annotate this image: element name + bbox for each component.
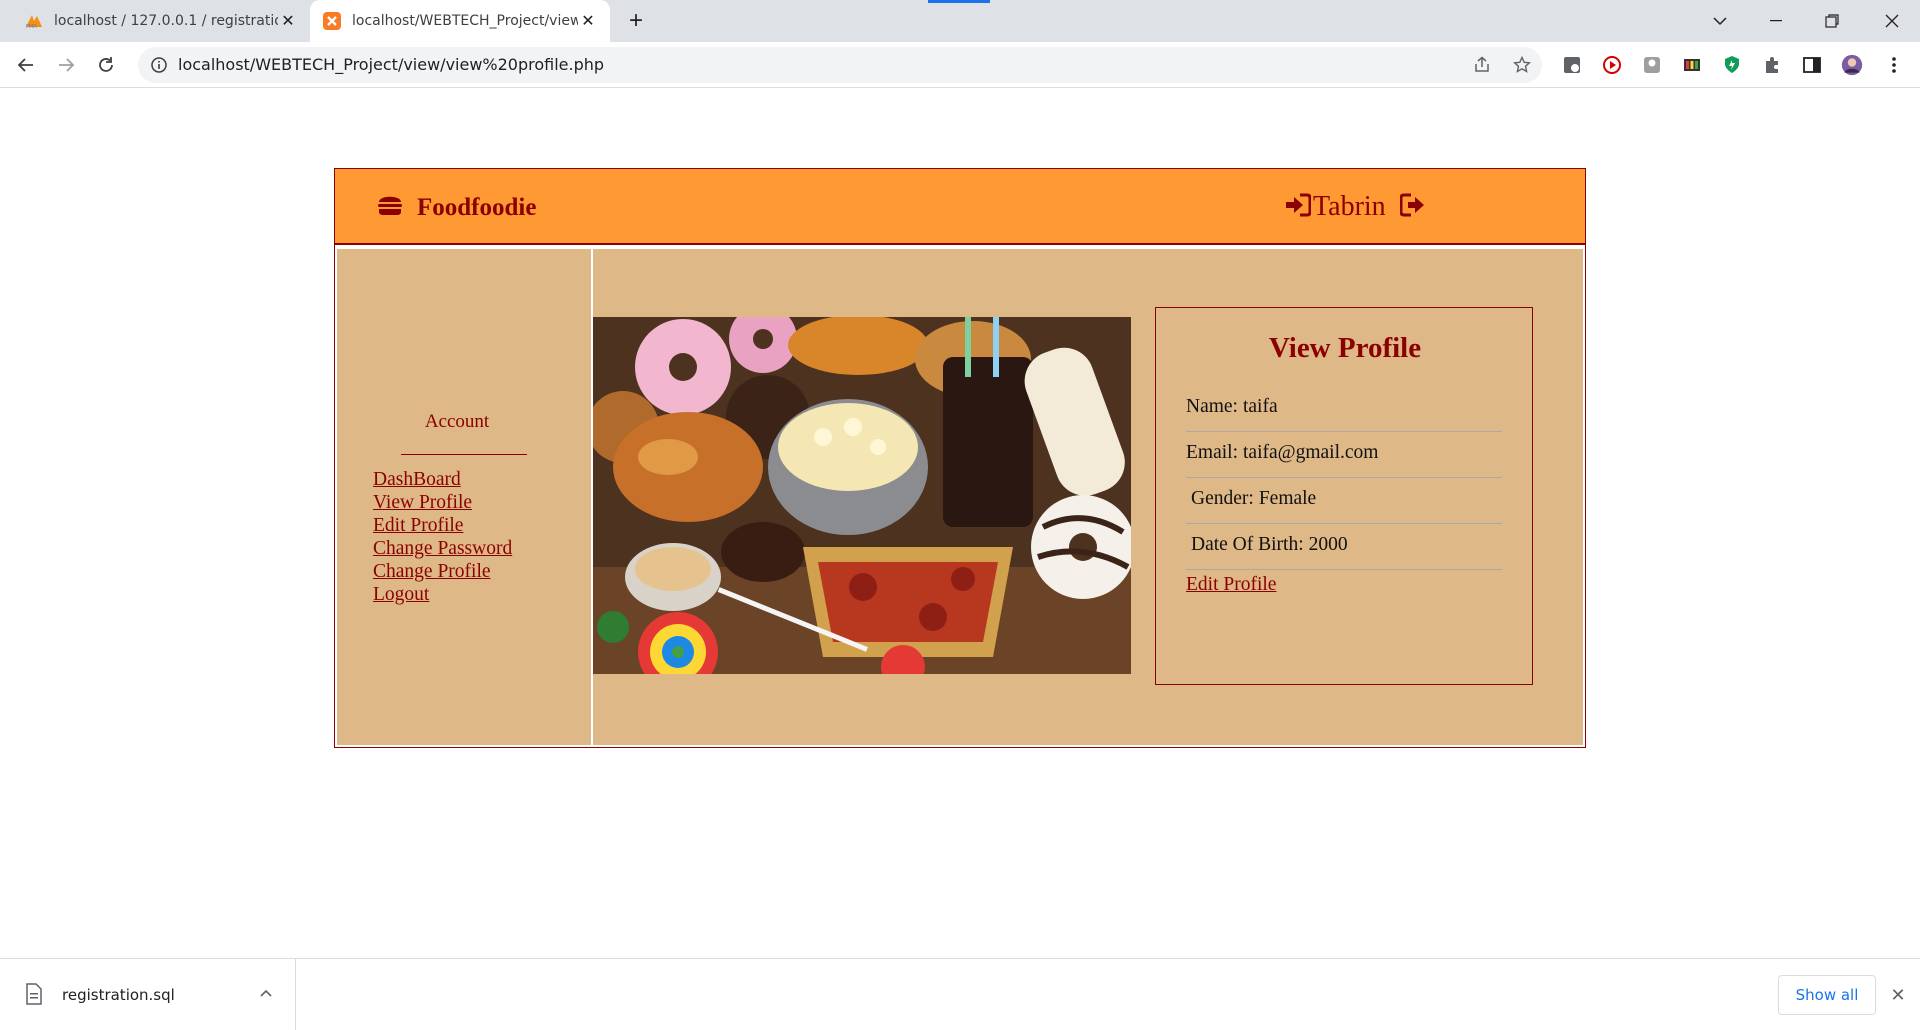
- close-icon[interactable]: ✕: [1886, 983, 1910, 1007]
- bookmark-star-icon[interactable]: [1512, 55, 1532, 75]
- user-area: Tabrin: [1285, 191, 1426, 223]
- download-file-name: registration.sql: [62, 986, 175, 1004]
- xampp-icon: [322, 11, 342, 31]
- profile-heading: View Profile: [1268, 332, 1422, 364]
- close-tab-icon[interactable]: ✕: [578, 11, 598, 31]
- side-panel-icon[interactable]: [1801, 54, 1823, 76]
- download-item[interactable]: registration.sql: [0, 959, 296, 1030]
- site-info-icon[interactable]: [150, 56, 168, 74]
- puzzle-icon[interactable]: [1761, 54, 1783, 76]
- restore-icon[interactable]: [1804, 0, 1860, 42]
- field-label: Gender:: [1191, 488, 1254, 509]
- close-window-icon[interactable]: [1864, 0, 1920, 42]
- site-body: Account DashBoard View Profile Edit Prof…: [335, 247, 1585, 747]
- field-label: Date Of Birth:: [1191, 534, 1304, 555]
- profile-row-name: Name: taifa: [1186, 386, 1502, 432]
- field-value: 2000: [1308, 534, 1348, 555]
- back-arrow-icon[interactable]: [10, 49, 42, 81]
- sidebar-menu: DashBoard View Profile Edit Profile Chan…: [373, 468, 512, 606]
- shield-icon[interactable]: [1721, 54, 1743, 76]
- browser-tab-strip: PMA localhost / 127.0.0.1 / registration…: [0, 0, 1920, 42]
- sidebar-link-change-profile[interactable]: Change Profile: [373, 561, 491, 582]
- site-header: Foodfoodie Tabrin: [335, 169, 1585, 245]
- phpmyadmin-icon: PMA: [24, 11, 44, 31]
- tab-strip-indicator: [928, 0, 990, 3]
- download-bar: registration.sql Show all ✕: [0, 958, 1920, 1030]
- sidebar-link-logout[interactable]: Logout: [373, 584, 429, 605]
- color-extension-icon[interactable]: [1681, 54, 1703, 76]
- sidebar-link-change-password[interactable]: Change Password: [373, 538, 512, 559]
- edit-profile-link[interactable]: Edit Profile: [1186, 574, 1276, 596]
- sidebar-divider: [401, 454, 527, 455]
- show-all-button[interactable]: Show all: [1778, 975, 1876, 1015]
- sidebar: Account DashBoard View Profile Edit Prof…: [337, 249, 593, 745]
- url-text: localhost/WEBTECH_Project/view/view%20pr…: [178, 55, 605, 74]
- browser-toolbar: localhost/WEBTECH_Project/view/view%20pr…: [0, 42, 1920, 88]
- sign-in-icon: [1285, 193, 1312, 222]
- field-value: taifa: [1242, 396, 1278, 417]
- forward-arrow-icon[interactable]: [50, 49, 82, 81]
- profile-extension-icon[interactable]: [1641, 54, 1663, 76]
- share-icon[interactable]: [1472, 55, 1492, 75]
- field-value: taifa@gmail.com: [1243, 442, 1379, 463]
- sign-out-icon[interactable]: [1399, 193, 1426, 222]
- user-name: Tabrin: [1313, 191, 1386, 222]
- field-value: Female: [1258, 488, 1317, 509]
- sidebar-link-edit-profile[interactable]: Edit Profile: [373, 515, 463, 536]
- profile-row-gender: Gender: Female: [1186, 478, 1502, 524]
- profile-row-email: Email: taifa@gmail.com: [1186, 432, 1502, 478]
- sidebar-link-view-profile[interactable]: View Profile: [373, 492, 472, 513]
- menu-dots-icon[interactable]: [1883, 54, 1905, 76]
- brand-name: Foodfoodie: [417, 193, 537, 221]
- burger-icon: [377, 193, 403, 222]
- brand[interactable]: Foodfoodie: [377, 193, 536, 222]
- field-label: Name:: [1186, 396, 1238, 417]
- field-label: Email:: [1186, 442, 1238, 463]
- close-tab-icon[interactable]: ✕: [278, 11, 298, 31]
- food-image: [593, 317, 1131, 674]
- tab-phpmyadmin[interactable]: PMA localhost / 127.0.0.1 / registration…: [12, 0, 310, 42]
- file-icon: [24, 983, 46, 1005]
- profile-card: View Profile Name: taifa Email: taifa@gmai…: [1155, 307, 1533, 685]
- new-tab-button[interactable]: +: [622, 8, 650, 36]
- avatar[interactable]: [1841, 54, 1863, 76]
- sidebar-title: Account: [424, 411, 490, 432]
- site-container: Foodfoodie Tabrin Account DashBoard View…: [334, 168, 1586, 748]
- reload-icon[interactable]: [90, 49, 122, 81]
- tab-title: localhost / 127.0.0.1 / registration: [54, 13, 278, 29]
- tab-title: localhost/WEBTECH_Project/view: [352, 13, 578, 29]
- tab-view-profile[interactable]: localhost/WEBTECH_Project/view ✕: [310, 0, 610, 42]
- address-bar[interactable]: localhost/WEBTECH_Project/view/view%20pr…: [138, 47, 1542, 83]
- tab-search-icon[interactable]: [1692, 0, 1748, 42]
- sidebar-link-dashboard[interactable]: DashBoard: [373, 469, 461, 490]
- minimize-icon[interactable]: [1748, 0, 1804, 42]
- svg-text:PMA: PMA: [26, 24, 37, 29]
- extension-icon[interactable]: [1561, 54, 1583, 76]
- profile-row-dob: Date Of Birth: 2000: [1186, 524, 1502, 570]
- chevron-up-icon[interactable]: [256, 983, 276, 1003]
- record-extension-icon[interactable]: [1601, 54, 1623, 76]
